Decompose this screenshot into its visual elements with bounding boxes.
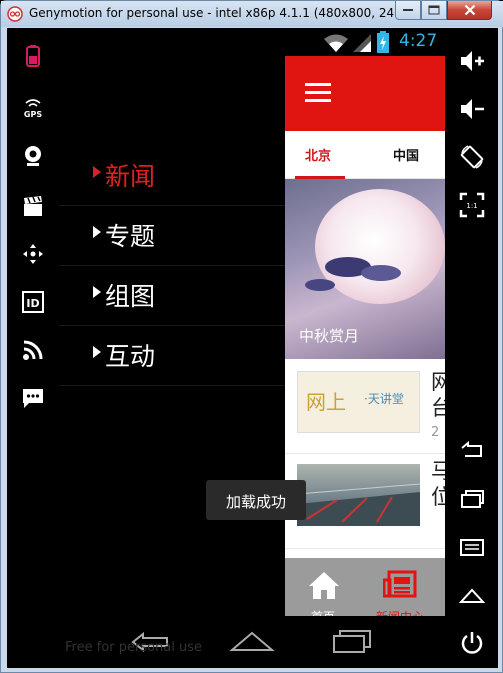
close-icon — [464, 4, 475, 16]
toast-message: 加载成功 — [206, 480, 306, 520]
left-toolbar: GPS ID — [7, 28, 59, 668]
toast-text: 加载成功 — [225, 493, 286, 511]
screencast-clapper-icon[interactable] — [21, 194, 45, 218]
close-button[interactable] — [447, 1, 492, 20]
hamburger-menu-icon[interactable] — [305, 82, 331, 104]
news-meta: 2 — [431, 425, 440, 440]
status-time: 4:27 — [399, 31, 438, 51]
news-list-item[interactable]: 马 位 — [285, 454, 445, 549]
bottom-nav-news-center[interactable]: 新闻中心 — [365, 566, 435, 616]
volume-up-icon[interactable] — [459, 48, 485, 74]
signal-icon — [353, 34, 371, 52]
hero-image-lantern — [315, 189, 445, 304]
news-thumbnail — [296, 464, 421, 526]
svg-text:ID: ID — [26, 297, 39, 310]
bottom-nav-home[interactable]: 首页 — [288, 566, 358, 616]
drawer-item-interactive[interactable]: 互动 — [59, 326, 285, 386]
android-screen: 4:27 新闻 专题 组图 互动 北京 中国 中秋赏月 网上 ·天讲堂 网 台 … — [59, 28, 445, 668]
right-toolbar: 1:1 — [445, 28, 498, 668]
recent-apps-button-icon[interactable] — [459, 486, 485, 512]
drawer-item-label: 组图 — [105, 282, 156, 311]
drawer-item-label: 专题 — [105, 222, 156, 251]
maximize-icon — [428, 5, 440, 15]
wifi-icon — [324, 34, 348, 52]
volume-down-icon[interactable] — [459, 96, 485, 122]
power-icon[interactable] — [459, 630, 485, 656]
bottom-nav-label: 首页 — [288, 608, 358, 616]
title-bar[interactable]: Genymotion for personal use - intel x86p… — [1, 1, 503, 27]
news-title: 网 台 — [431, 370, 445, 420]
webcam-icon[interactable] — [21, 144, 45, 168]
svg-text:1:1: 1:1 — [466, 202, 477, 210]
bottom-nav-label: 新闻中心 — [365, 608, 435, 616]
rotate-screen-icon[interactable] — [459, 144, 485, 170]
device-id-icon[interactable]: ID — [21, 290, 45, 314]
recent-apps-icon[interactable] — [331, 628, 373, 654]
navigation-drawer: 新闻 专题 组图 互动 — [59, 56, 285, 616]
home-button-icon[interactable] — [229, 630, 275, 652]
drawer-item-photos[interactable]: 组图 — [59, 266, 285, 326]
watermark-text: Free for personal use — [65, 640, 203, 655]
home-button-icon[interactable] — [459, 582, 485, 608]
remote-control-move-icon[interactable] — [21, 242, 45, 266]
thumbnail-text: 网上 — [306, 390, 346, 414]
drawer-item-label: 新闻 — [105, 162, 156, 191]
battery-widget-icon[interactable] — [21, 44, 45, 68]
hero-image-blossom — [361, 265, 401, 281]
pixel-perfect-scale-icon[interactable]: 1:1 — [459, 192, 485, 218]
caret-right-icon — [93, 286, 101, 298]
news-list-item[interactable]: 网上 ·天讲堂 网 台 2 — [285, 359, 445, 454]
thumbnail-road-image — [296, 483, 421, 526]
menu-button-icon[interactable] — [459, 534, 485, 560]
news-title: 马 位 — [431, 459, 445, 509]
app-content-panel: 北京 中国 中秋赏月 网上 ·天讲堂 网 台 2 马 位 — [285, 56, 445, 616]
hero-banner[interactable]: 中秋赏月 — [285, 179, 445, 359]
battery-charging-icon — [377, 31, 389, 53]
genymotion-window: Genymotion for personal use - intel x86p… — [0, 0, 503, 673]
emulator-frame: GPS ID 4:27 新闻 专题 组图 互动 北京 中国 中秋赏月 网上 ·天… — [7, 28, 498, 668]
back-button-icon[interactable] — [459, 438, 485, 464]
tab-china[interactable]: 中国 — [393, 145, 419, 164]
android-status-bar: 4:27 — [59, 28, 445, 56]
newspaper-icon — [383, 570, 417, 598]
caret-right-icon — [93, 166, 101, 178]
drawer-item-topics[interactable]: 专题 — [59, 206, 285, 266]
minimize-icon — [403, 9, 413, 11]
hero-caption: 中秋赏月 — [299, 327, 360, 345]
city-tabs: 北京 中国 — [285, 131, 445, 179]
sms-message-icon[interactable] — [21, 386, 45, 410]
window-title: Genymotion for personal use - intel x86p… — [29, 6, 414, 20]
caret-right-icon — [93, 226, 101, 238]
caret-right-icon — [93, 346, 101, 358]
drawer-item-news[interactable]: 新闻 — [59, 146, 285, 206]
maximize-button[interactable] — [421, 1, 447, 20]
news-thumbnail: 网上 ·天讲堂 — [297, 371, 420, 433]
thumbnail-text: ·天讲堂 — [364, 392, 404, 406]
gps-icon[interactable]: GPS — [21, 96, 45, 120]
app-header — [285, 56, 445, 131]
home-icon — [309, 572, 339, 599]
bottom-navigation: 首页 新闻中心 — [285, 558, 445, 616]
svg-text:GPS: GPS — [24, 110, 42, 119]
tab-beijing[interactable]: 北京 — [305, 145, 331, 164]
network-rss-icon[interactable] — [21, 338, 45, 362]
minimize-button[interactable] — [395, 1, 421, 20]
genymotion-logo-icon — [7, 6, 23, 22]
hero-image-blossom — [305, 279, 335, 291]
drawer-item-label: 互动 — [105, 342, 156, 371]
